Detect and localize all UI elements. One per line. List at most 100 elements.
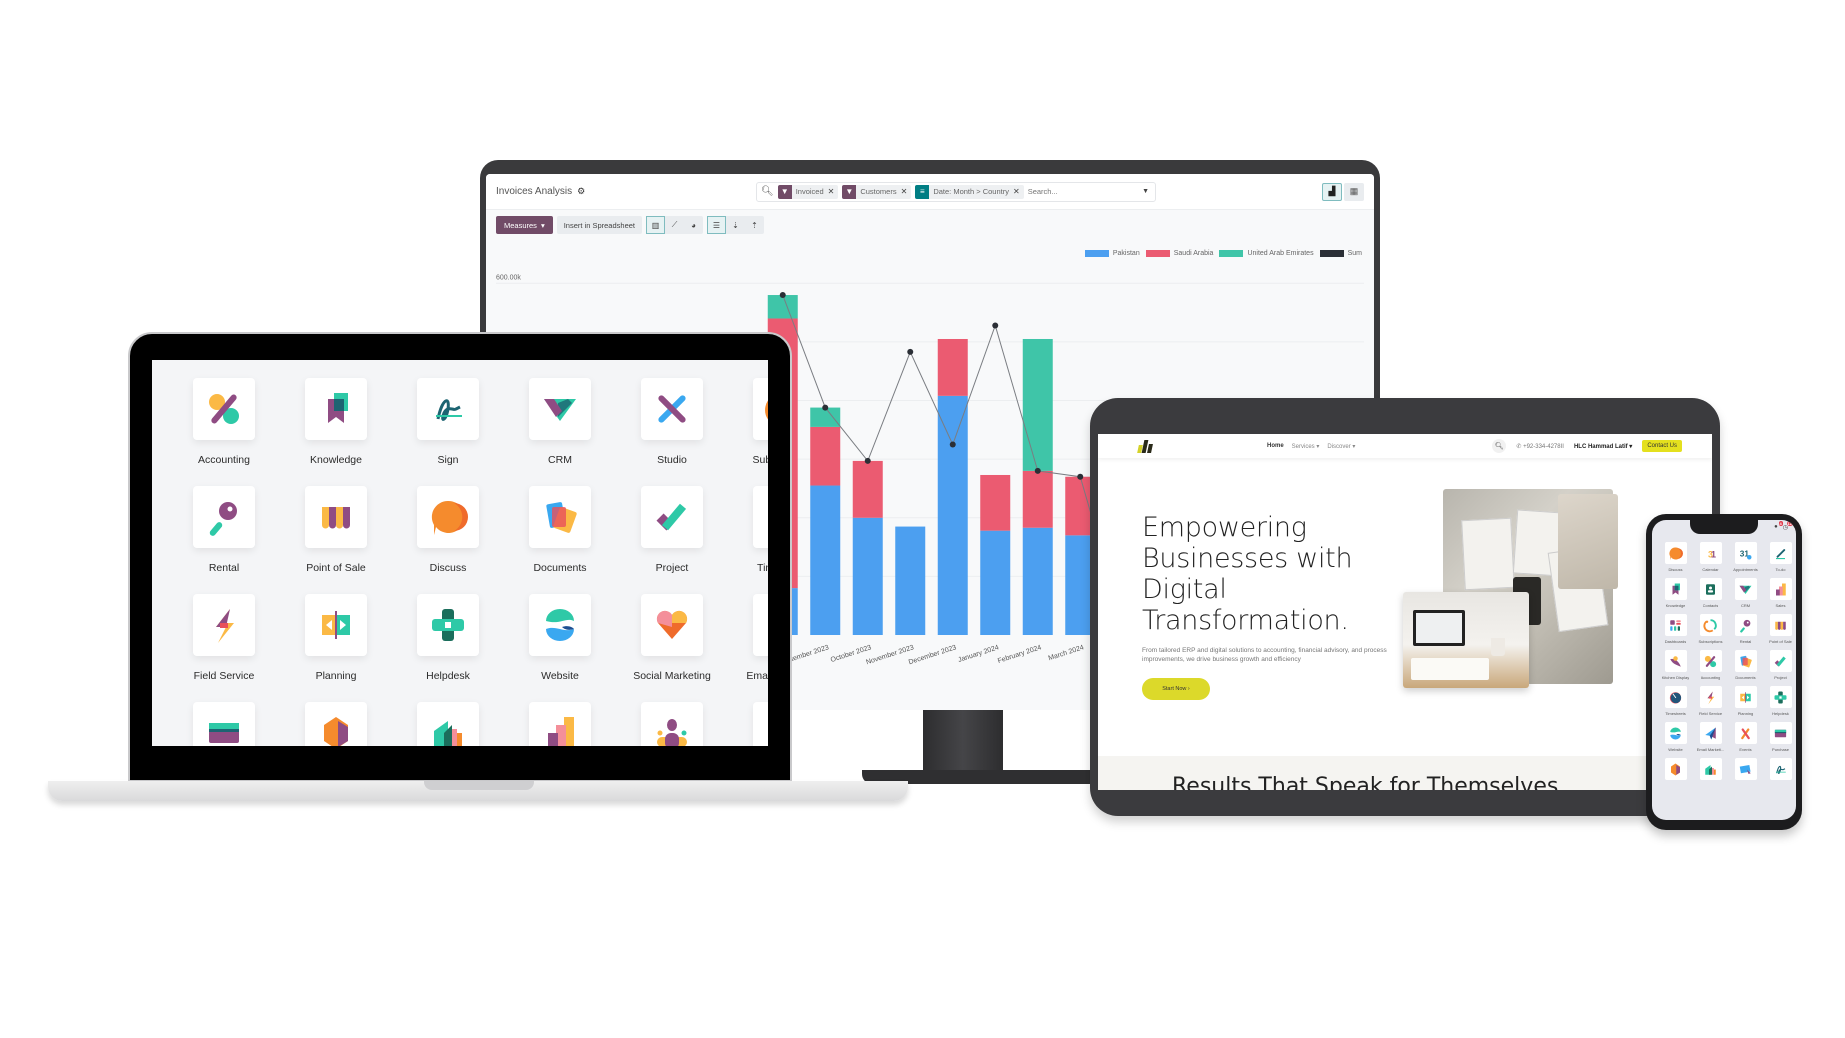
app-tile[interactable] — [753, 486, 768, 548]
search-bar[interactable]: 🔍︎ ▼ Invoiced ✕ ▼ Customers ✕ ≡ Date: Mo… — [756, 181, 1156, 202]
phone-app-subscriptions[interactable]: Subscriptions — [1693, 614, 1728, 644]
app-tile[interactable] — [305, 702, 367, 746]
app-tile[interactable] — [1734, 614, 1757, 636]
search-icon[interactable]: 🔍︎ — [761, 186, 774, 197]
phone-app-documents[interactable]: Documents — [1728, 650, 1763, 680]
app-tile[interactable] — [1769, 542, 1792, 564]
app-tile[interactable] — [641, 594, 703, 656]
app-tile[interactable] — [1734, 758, 1757, 780]
app-purchase[interactable] — [168, 702, 280, 746]
app-planning[interactable]: Planning — [280, 594, 392, 682]
app-point-of-sale[interactable]: Point of Sale — [280, 486, 392, 574]
insert-spreadsheet-button[interactable]: Insert in Spreadsheet — [556, 216, 642, 234]
phone-app-sales[interactable]: Sales — [1763, 578, 1796, 608]
search-icon[interactable]: 🔍︎ — [1492, 439, 1507, 453]
phone-app-accounting[interactable]: Accounting — [1693, 650, 1728, 680]
nav-item-services[interactable]: Services ▾ — [1292, 443, 1320, 450]
app-tile[interactable] — [1769, 578, 1792, 600]
legend-item[interactable]: Pakistan — [1084, 250, 1140, 257]
phone-app-appointments[interactable]: 31 Appointments — [1728, 542, 1763, 572]
remove-facet-icon[interactable]: ✕ — [1013, 187, 1024, 196]
app-dashboards[interactable] — [728, 702, 768, 746]
app-accounting[interactable]: Accounting — [168, 378, 280, 466]
phone-app-kitchen-display[interactable]: Kitchen Display — [1658, 650, 1693, 680]
graph-view-button[interactable]: ▟ — [1322, 182, 1342, 201]
remove-facet-icon[interactable]: ✕ — [828, 187, 839, 196]
app-tile[interactable] — [1699, 650, 1722, 672]
app-tile[interactable] — [529, 702, 591, 746]
app-tile[interactable] — [193, 378, 255, 440]
phone-app-email-marketi[interactable]: Email Marketi... — [1693, 722, 1728, 752]
app-tile[interactable] — [1769, 686, 1792, 708]
app-studio[interactable]: Studio — [616, 378, 728, 466]
app-tile[interactable] — [417, 702, 479, 746]
phone-app-field-service[interactable]: Field Service — [1693, 686, 1728, 716]
app-helpdesk[interactable]: Helpdesk — [392, 594, 504, 682]
app-tile[interactable] — [417, 378, 479, 440]
phone-app-project[interactable]: Project — [1763, 650, 1796, 680]
app-manufacturing[interactable] — [392, 702, 504, 746]
nav-item-discover[interactable]: Discover ▾ — [1327, 443, 1355, 450]
app-tile[interactable]: 31 — [1699, 542, 1722, 564]
start-now-button[interactable]: Start Now › — [1142, 678, 1210, 700]
app-social-marketing[interactable]: Social Marketing — [616, 594, 728, 682]
app-tile[interactable] — [417, 594, 479, 656]
app-knowledge[interactable]: Knowledge — [280, 378, 392, 466]
app-project[interactable]: Project — [616, 486, 728, 574]
app-tile[interactable] — [529, 378, 591, 440]
app-rental[interactable]: Rental — [168, 486, 280, 574]
app-tile[interactable] — [1734, 650, 1757, 672]
activity-icon[interactable]: ◷ 12 — [1783, 521, 1793, 531]
phone-app-calendar[interactable]: 3 1 Calendar — [1693, 542, 1728, 572]
app-tile[interactable] — [1664, 722, 1687, 744]
remove-facet-icon[interactable]: ✕ — [901, 187, 912, 196]
phone-link[interactable]: ✆ +92-334-4278II — [1516, 443, 1564, 450]
app-tile[interactable] — [305, 486, 367, 548]
search-options-toggle-icon[interactable]: ▼ — [1142, 188, 1151, 195]
sort-descending-icon[interactable]: ⇣ — [726, 216, 745, 234]
phone-app-manufacturing[interactable] — [1693, 758, 1728, 780]
app-discuss[interactable]: Discuss — [392, 486, 504, 574]
app-tile[interactable] — [641, 486, 703, 548]
phone-app-sign[interactable] — [1763, 758, 1796, 780]
app-tile[interactable] — [193, 486, 255, 548]
app-timesheets[interactable]: Timesheets — [728, 486, 768, 574]
phone-app-point-of-sale[interactable]: Point of Sale — [1763, 614, 1796, 644]
app-tile[interactable] — [641, 702, 703, 746]
app-sign[interactable]: Sign — [392, 378, 504, 466]
app-tile[interactable] — [641, 378, 703, 440]
nav-item-home[interactable]: Home — [1267, 443, 1284, 450]
app-tile[interactable] — [753, 594, 768, 656]
phone-app-website[interactable]: Website — [1658, 722, 1693, 752]
app-inventory[interactable] — [280, 702, 392, 746]
app-tile[interactable] — [1664, 578, 1687, 600]
app-tile[interactable] — [1734, 686, 1757, 708]
app-tile[interactable] — [753, 702, 768, 746]
app-tile[interactable] — [1734, 578, 1757, 600]
app-tile[interactable] — [1699, 686, 1722, 708]
phone-app-events[interactable]: Events — [1728, 722, 1763, 752]
app-tile[interactable] — [1734, 722, 1757, 744]
app-tile[interactable] — [529, 594, 591, 656]
phone-app-planning[interactable]: Planning — [1728, 686, 1763, 716]
phone-app-inventory[interactable] — [1658, 758, 1693, 780]
chat-icon[interactable]: ● 4 — [1774, 521, 1783, 531]
phone-app-knowledge[interactable]: Knowledge — [1658, 578, 1693, 608]
app-crm[interactable]: CRM — [504, 378, 616, 466]
phone-app-discuss[interactable]: Discuss — [1658, 542, 1693, 572]
phone-app-helpdesk[interactable]: Helpdesk — [1763, 686, 1796, 716]
phone-app-timesheets[interactable]: Timesheets — [1658, 686, 1693, 716]
app-tile[interactable] — [529, 486, 591, 548]
app-website[interactable]: Website — [504, 594, 616, 682]
stacked-icon[interactable]: ☰ — [707, 216, 726, 234]
app-tile[interactable] — [1699, 578, 1722, 600]
app-subscriptions[interactable]: Subscriptions — [728, 378, 768, 466]
app-tile[interactable] — [1699, 722, 1722, 744]
user-menu[interactable]: HLC Hammad Latif ▾ — [1574, 443, 1632, 450]
gear-icon[interactable]: ⚙ — [577, 186, 585, 197]
phone-app-purchase[interactable]: Purchase — [1763, 722, 1796, 752]
app-tile[interactable] — [1664, 758, 1687, 780]
app-field-service[interactable]: Field Service — [168, 594, 280, 682]
app-tile[interactable] — [417, 486, 479, 548]
app-tile[interactable] — [1769, 614, 1792, 636]
